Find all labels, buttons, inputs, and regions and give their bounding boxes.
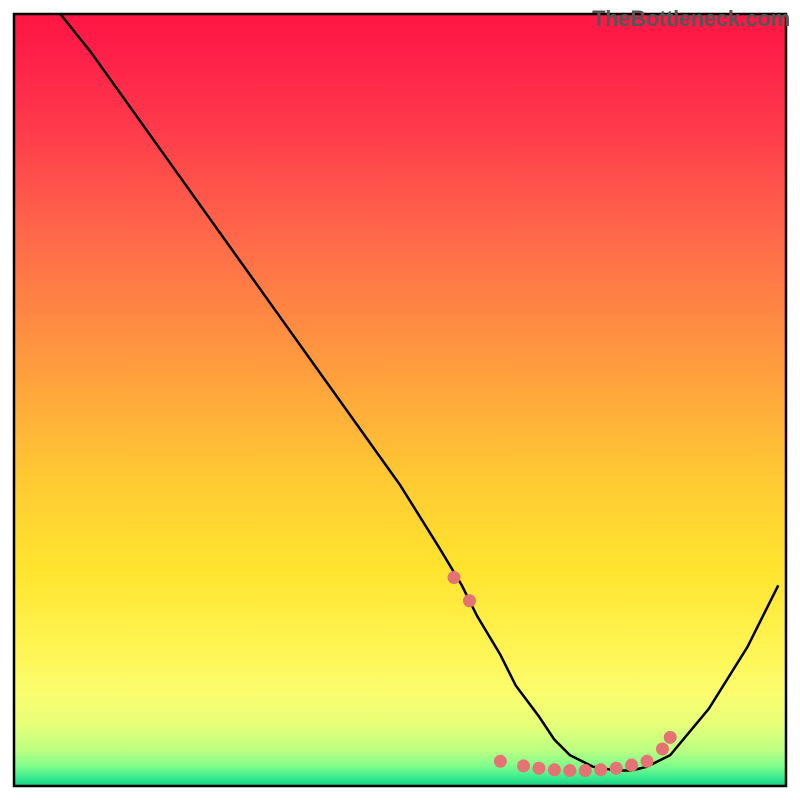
watermark-label: TheBottleneck.com [592,6,790,32]
marker-dot [494,755,507,768]
chart-container: TheBottleneck.com [0,0,800,800]
marker-dot [641,755,654,768]
marker-dot [656,742,669,755]
marker-dot [579,764,592,777]
marker-dot [517,759,530,772]
bottleneck-curve-chart [0,0,800,800]
marker-dot [610,762,623,775]
marker-dot [532,762,545,775]
marker-dot [625,759,638,772]
marker-dot [664,731,677,744]
marker-dot [548,763,561,776]
marker-dot [448,571,461,584]
marker-dot [563,764,576,777]
gradient-background [14,14,786,786]
marker-dot [463,594,476,607]
marker-dot [594,763,607,776]
